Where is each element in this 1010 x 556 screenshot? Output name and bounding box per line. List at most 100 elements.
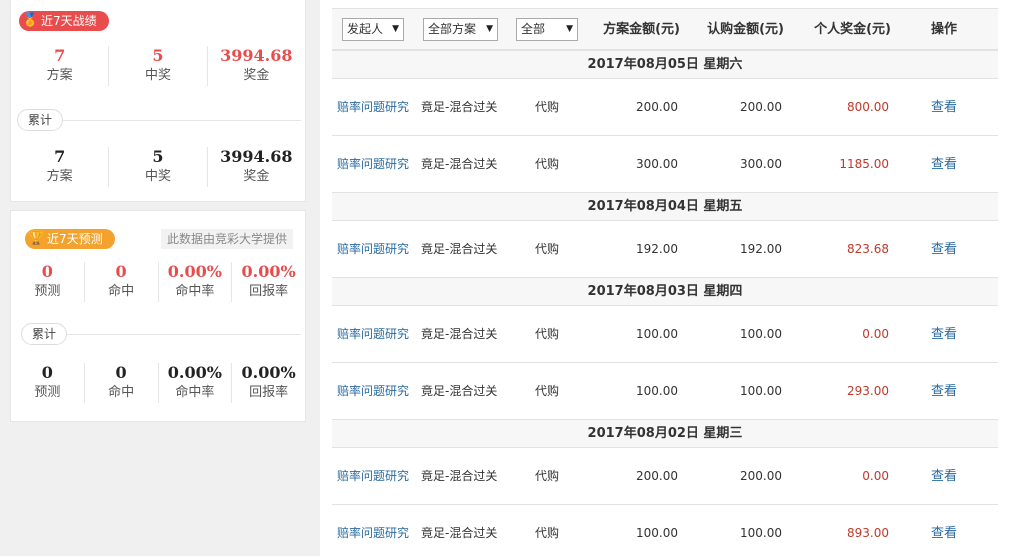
mode-select[interactable]: 全部 ▼ bbox=[516, 18, 578, 41]
stat-label: 预测 bbox=[34, 284, 61, 299]
view-link[interactable]: 查看 bbox=[931, 136, 957, 193]
purchase-mode: 代购 bbox=[535, 384, 560, 398]
recent-record-title: 近7天战绩 bbox=[41, 14, 97, 28]
stat-label: 中奖 bbox=[144, 68, 171, 83]
subscribe-amount: 100.00 bbox=[740, 526, 782, 540]
medal-icon: 🏅 bbox=[22, 13, 39, 28]
personal-prize: 893.00 bbox=[847, 526, 889, 540]
scheme-amount: 200.00 bbox=[636, 100, 678, 114]
table-row: 赔率问题研究 竟足-混合过关 代购 100.00 100.00 0.00 查看 bbox=[332, 306, 998, 363]
subscribe-amount: 200.00 bbox=[740, 100, 782, 114]
stat-value: 7 bbox=[54, 46, 66, 65]
stat-hit-rate: 0.00% 命中率 bbox=[157, 262, 232, 302]
subscribe-amount: 100.00 bbox=[740, 327, 782, 341]
header-amount: 方案金额(元) bbox=[603, 22, 680, 37]
author-link[interactable]: 赔率问题研究 bbox=[337, 505, 409, 556]
records-panel: 发起人 ▼ 全部方案 ▼ 全部 ▼ 方案金额(元) 认购金额(元) 个人奖金(元… bbox=[320, 0, 1010, 556]
select-value: 发起人 bbox=[347, 22, 384, 36]
view-link[interactable]: 查看 bbox=[931, 221, 957, 278]
trophy-icon: 🏆 bbox=[28, 231, 45, 246]
author-link[interactable]: 赔率问题研究 bbox=[337, 136, 409, 193]
stat-return-rate: 0.00% 回报率 bbox=[231, 262, 305, 302]
stat-hits: 0 命中 bbox=[83, 262, 158, 302]
forecast-title: 近7天预测 bbox=[47, 232, 103, 246]
table-row: 赔率问题研究 竟足-混合过关 代购 200.00 200.00 800.00 查… bbox=[332, 79, 998, 136]
subscribe-amount: 200.00 bbox=[740, 469, 782, 483]
purchase-mode: 代购 bbox=[535, 100, 560, 114]
stat-value: 0.00% bbox=[241, 363, 296, 382]
purchase-mode: 代购 bbox=[535, 469, 560, 483]
subscribe-amount: 300.00 bbox=[740, 157, 782, 171]
stat-prize: 3994.68 奖金 bbox=[206, 147, 305, 187]
lottery-type: 竟足-混合过关 bbox=[421, 469, 498, 483]
initiator-select[interactable]: 发起人 ▼ bbox=[342, 18, 404, 41]
stat-value: 5 bbox=[152, 147, 164, 166]
table-row: 赔率问题研究 竟足-混合过关 代购 300.00 300.00 1185.00 … bbox=[332, 136, 998, 193]
view-link[interactable]: 查看 bbox=[931, 363, 957, 420]
stat-label: 奖金 bbox=[243, 68, 270, 83]
stat-label: 方案 bbox=[46, 68, 73, 83]
divider bbox=[57, 334, 301, 335]
stat-predictions: 0 预测 bbox=[11, 262, 84, 302]
chevron-down-icon: ▼ bbox=[566, 24, 573, 34]
lottery-type: 竟足-混合过关 bbox=[421, 242, 498, 256]
stat-prize: 3994.68 奖金 bbox=[206, 46, 305, 86]
stat-label: 命中率 bbox=[175, 284, 215, 299]
stat-value: 0 bbox=[41, 262, 53, 281]
stat-schemes: 7 方案 bbox=[11, 147, 108, 187]
stat-label: 回报率 bbox=[249, 284, 289, 299]
personal-prize: 1185.00 bbox=[839, 157, 889, 171]
forecast-stats: 0 预测 0 命中 0.00% 命中率 0.00% 回报率 bbox=[11, 262, 305, 302]
lottery-type: 竟足-混合过关 bbox=[421, 157, 498, 171]
stat-label: 命中 bbox=[108, 284, 135, 299]
header-subscribe: 认购金额(元) bbox=[707, 22, 784, 37]
stat-value: 7 bbox=[54, 147, 66, 166]
stat-value: 5 bbox=[152, 46, 164, 65]
view-link[interactable]: 查看 bbox=[931, 79, 957, 136]
stat-value: 0 bbox=[115, 262, 127, 281]
scheme-amount: 100.00 bbox=[636, 384, 678, 398]
subscribe-amount: 100.00 bbox=[740, 384, 782, 398]
stat-value: 0.00% bbox=[241, 262, 296, 281]
cumulative-tag: 累计 bbox=[17, 109, 64, 131]
date-group-header: 2017年08月03日 星期四 bbox=[332, 277, 998, 306]
personal-prize: 293.00 bbox=[847, 384, 889, 398]
recent-stats: 7 方案 5 中奖 3994.68 奖金 bbox=[11, 46, 305, 86]
author-link[interactable]: 赔率问题研究 bbox=[337, 306, 409, 363]
view-link[interactable]: 查看 bbox=[931, 505, 957, 556]
table-header: 发起人 ▼ 全部方案 ▼ 全部 ▼ 方案金额(元) 认购金额(元) 个人奖金(元… bbox=[332, 8, 998, 50]
stat-value: 3994.68 bbox=[220, 147, 293, 166]
stat-hits: 0 命中 bbox=[83, 363, 158, 403]
personal-prize: 800.00 bbox=[847, 100, 889, 114]
recent-record-badge: 🏅 近7天战绩 bbox=[19, 11, 109, 31]
chevron-down-icon: ▼ bbox=[392, 24, 399, 34]
stat-value: 0.00% bbox=[167, 363, 222, 382]
stat-value: 0 bbox=[41, 363, 53, 382]
date-group-header: 2017年08月04日 星期五 bbox=[332, 192, 998, 221]
scheme-amount: 200.00 bbox=[636, 469, 678, 483]
scheme-amount: 100.00 bbox=[636, 327, 678, 341]
author-link[interactable]: 赔率问题研究 bbox=[337, 221, 409, 278]
stat-value: 3994.68 bbox=[220, 46, 293, 65]
stat-label: 中奖 bbox=[144, 169, 171, 184]
view-link[interactable]: 查看 bbox=[931, 448, 957, 505]
table-row: 赔率问题研究 竟足-混合过关 代购 200.00 200.00 0.00 查看 bbox=[332, 448, 998, 505]
stat-label: 命中率 bbox=[175, 385, 215, 400]
scheme-amount: 100.00 bbox=[636, 526, 678, 540]
table-row: 赔率问题研究 竟足-混合过关 代购 100.00 100.00 293.00 查… bbox=[332, 363, 998, 420]
author-link[interactable]: 赔率问题研究 bbox=[337, 79, 409, 136]
author-link[interactable]: 赔率问题研究 bbox=[337, 363, 409, 420]
stat-label: 命中 bbox=[108, 385, 135, 400]
view-link[interactable]: 查看 bbox=[931, 306, 957, 363]
stat-predictions: 0 预测 bbox=[11, 363, 84, 403]
stat-wins: 5 中奖 bbox=[108, 46, 206, 86]
scheme-select[interactable]: 全部方案 ▼ bbox=[423, 18, 498, 41]
recent-record-card: 🏅 近7天战绩 7 方案 5 中奖 3994.68 奖金 累计 7 方案 5 中… bbox=[10, 0, 306, 202]
date-group-header: 2017年08月05日 星期六 bbox=[332, 50, 998, 79]
author-link[interactable]: 赔率问题研究 bbox=[337, 448, 409, 505]
cumulative-stats: 7 方案 5 中奖 3994.68 奖金 bbox=[11, 147, 305, 187]
select-value: 全部方案 bbox=[428, 22, 477, 36]
purchase-mode: 代购 bbox=[535, 526, 560, 540]
date-group-header: 2017年08月02日 星期三 bbox=[332, 419, 998, 448]
stat-schemes: 7 方案 bbox=[11, 46, 108, 86]
